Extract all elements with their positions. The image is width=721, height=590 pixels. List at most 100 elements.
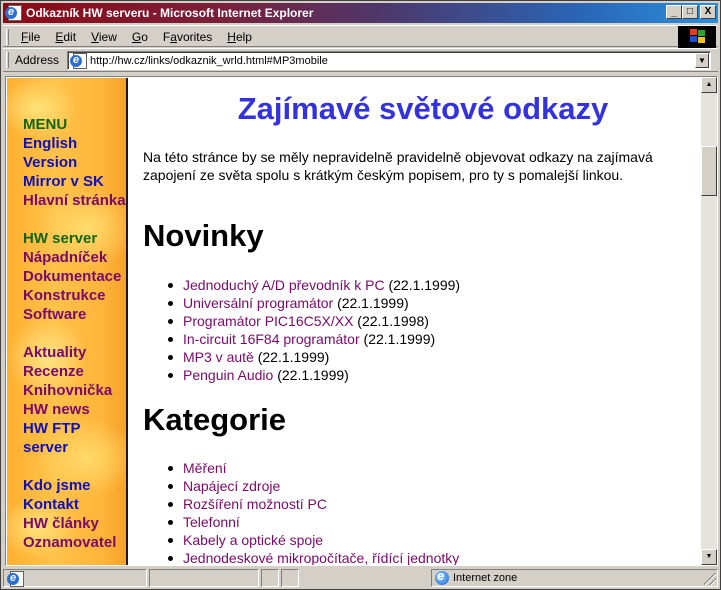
- ie-page-icon: e: [5, 5, 22, 21]
- menu-help[interactable]: Help: [221, 29, 258, 44]
- status-bar: e Internet zone: [3, 568, 718, 588]
- sidebar-item-hlavni-stranka[interactable]: Hlavní stránka: [23, 191, 126, 210]
- status-pane: [149, 569, 259, 587]
- category-link[interactable]: Napájecí zdroje: [183, 478, 280, 494]
- sidebar-item-kdo-jsme[interactable]: Kdo jsme: [23, 476, 126, 495]
- news-link[interactable]: Penguin Audio: [183, 367, 273, 383]
- category-link[interactable]: Telefonní: [183, 514, 240, 530]
- menu-bar: File Edit View Go Favorites Help: [3, 25, 718, 48]
- address-dropdown-button[interactable]: ▼: [695, 53, 709, 68]
- resize-grip[interactable]: [704, 573, 716, 585]
- list-item: Jednodeskové mikropočítače, řídící jedno…: [168, 549, 459, 565]
- news-link[interactable]: In-circuit 16F84 programátor: [183, 331, 360, 347]
- menu-edit[interactable]: Edit: [49, 29, 82, 44]
- sidebar-item-english[interactable]: English: [23, 134, 126, 153]
- sidebar-item-konstrukce[interactable]: Konstrukce: [23, 286, 126, 305]
- sidebar-item-ftp-server[interactable]: server: [23, 438, 126, 457]
- news-date: (22.1.1999): [277, 367, 349, 383]
- category-link[interactable]: Kabely a optické spoje: [183, 532, 323, 548]
- category-link[interactable]: Rozšíření možností PC: [183, 496, 327, 512]
- sidebar-item-software[interactable]: Software: [23, 305, 126, 324]
- address-input[interactable]: e http://hw.cz/links/odkaznik_wrld.html#…: [67, 51, 711, 70]
- address-label: Address: [15, 53, 60, 67]
- news-date: (22.1.1999): [388, 277, 461, 293]
- ie-page-icon: e: [70, 52, 87, 69]
- maximize-button[interactable]: □: [682, 5, 698, 19]
- browser-window: e Odkazník HW serveru - Microsoft Intern…: [0, 0, 721, 590]
- sidebar-item-hw-news[interactable]: HW news: [23, 400, 126, 419]
- list-item: Programátor PIC16C5X/XX (22.1.1998): [168, 312, 460, 330]
- list-item: Kabely a optické spoje: [168, 531, 459, 549]
- sidebar-item-recenze[interactable]: Recenze: [23, 362, 126, 381]
- bullet-icon: [168, 484, 173, 489]
- list-item: Jednoduchý A/D převodník k PC (22.1.1999…: [168, 276, 461, 294]
- sidebar-item-napadnicek[interactable]: Nápadníček: [23, 248, 126, 267]
- kategorie-list: Měření Napájecí zdroje Rozšíření možnost…: [168, 459, 459, 565]
- title-bar[interactable]: e Odkazník HW serveru - Microsoft Intern…: [3, 3, 718, 23]
- scroll-down-button[interactable]: ▼: [701, 549, 717, 565]
- minimize-button[interactable]: _: [666, 5, 682, 19]
- novinky-list: Jednoduchý A/D převodník k PC (22.1.1999…: [168, 276, 461, 384]
- news-date: (22.1.1999): [363, 331, 436, 347]
- sidebar-item-hw-ftp[interactable]: HW FTP: [23, 419, 126, 438]
- list-item: MP3 v autě (22.1.1999): [168, 348, 460, 366]
- toolbar-grip[interactable]: [6, 52, 9, 68]
- close-button[interactable]: X: [700, 5, 716, 19]
- zone-label: Internet zone: [453, 572, 518, 584]
- bullet-icon: [168, 556, 173, 561]
- menu-favorites[interactable]: Favorites: [157, 29, 218, 44]
- address-bar: Address e http://hw.cz/links/odkaznik_wr…: [3, 48, 718, 72]
- bullet-icon: [168, 502, 173, 507]
- category-link[interactable]: Jednodeskové mikropočítače, řídící jedno…: [183, 550, 459, 565]
- news-link[interactable]: Jednoduchý A/D převodník k PC: [183, 277, 385, 293]
- list-item: Rozšíření možností PC: [168, 495, 459, 513]
- bullet-icon: [168, 337, 173, 342]
- sidebar-menu-heading: MENU: [23, 116, 68, 133]
- news-date: (22.1.1999): [337, 295, 409, 311]
- page-viewport: MENU English Version Mirror v SK Hlavní …: [5, 76, 718, 566]
- toolbar-grip[interactable]: [6, 29, 9, 45]
- sidebar-item-aktuality[interactable]: Aktuality: [23, 343, 126, 362]
- sidebar: MENU English Version Mirror v SK Hlavní …: [7, 78, 128, 565]
- bullet-icon: [168, 373, 173, 378]
- sidebar-item-knihovnicka[interactable]: Knihovnička: [23, 381, 126, 400]
- bullet-icon: [168, 520, 173, 525]
- scroll-up-button[interactable]: ▲: [701, 77, 717, 93]
- internet-zone-icon: [435, 568, 449, 585]
- status-pane: [281, 569, 299, 587]
- sidebar-item-hw-server[interactable]: HW server: [23, 229, 126, 248]
- news-link[interactable]: MP3 v autě: [183, 349, 254, 365]
- window-title: Odkazník HW serveru - Microsoft Internet…: [26, 6, 314, 20]
- vertical-scrollbar[interactable]: ▲ ▼: [701, 77, 717, 565]
- bullet-icon: [168, 283, 173, 288]
- bullet-icon: [168, 355, 173, 360]
- sidebar-item-mirror-sk[interactable]: Mirror v SK: [23, 172, 126, 191]
- bullet-icon: [168, 301, 173, 306]
- menu-go[interactable]: Go: [126, 29, 154, 44]
- sidebar-item-oznamovatel[interactable]: Oznamovatel: [23, 533, 126, 552]
- menu-file[interactable]: File: [15, 29, 46, 44]
- address-url[interactable]: http://hw.cz/links/odkaznik_wrld.html#MP…: [90, 55, 328, 67]
- news-date: (22.1.1999): [257, 349, 330, 365]
- sidebar-item-hw-clanky[interactable]: HW články: [23, 514, 126, 533]
- status-pane: [261, 569, 279, 587]
- news-date: (22.1.1998): [357, 313, 429, 329]
- news-link[interactable]: Universální programátor: [183, 295, 333, 311]
- scrollbar-thumb[interactable]: [701, 146, 717, 196]
- intro-paragraph: Na této stránce by se měly nepravidelně …: [143, 149, 653, 183]
- bullet-icon: [168, 538, 173, 543]
- list-item: Měření: [168, 459, 459, 477]
- sidebar-item-kontakt[interactable]: Kontakt: [23, 495, 126, 514]
- bullet-icon: [168, 466, 173, 471]
- section-heading-kategorie: Kategorie: [143, 402, 286, 437]
- sidebar-item-dokumentace[interactable]: Dokumentace: [23, 267, 126, 286]
- menu-view[interactable]: View: [85, 29, 123, 44]
- sidebar-item-version[interactable]: Version: [23, 153, 126, 172]
- list-item: In-circuit 16F84 programátor (22.1.1999): [168, 330, 460, 348]
- page-title: Zajímavé světové odkazy: [237, 91, 609, 126]
- windows-logo-throbber: [678, 26, 716, 48]
- list-item: Telefonní: [168, 513, 459, 531]
- news-link[interactable]: Programátor PIC16C5X/XX: [183, 313, 353, 329]
- status-text-pane: e: [3, 569, 147, 587]
- category-link[interactable]: Měření: [183, 460, 227, 476]
